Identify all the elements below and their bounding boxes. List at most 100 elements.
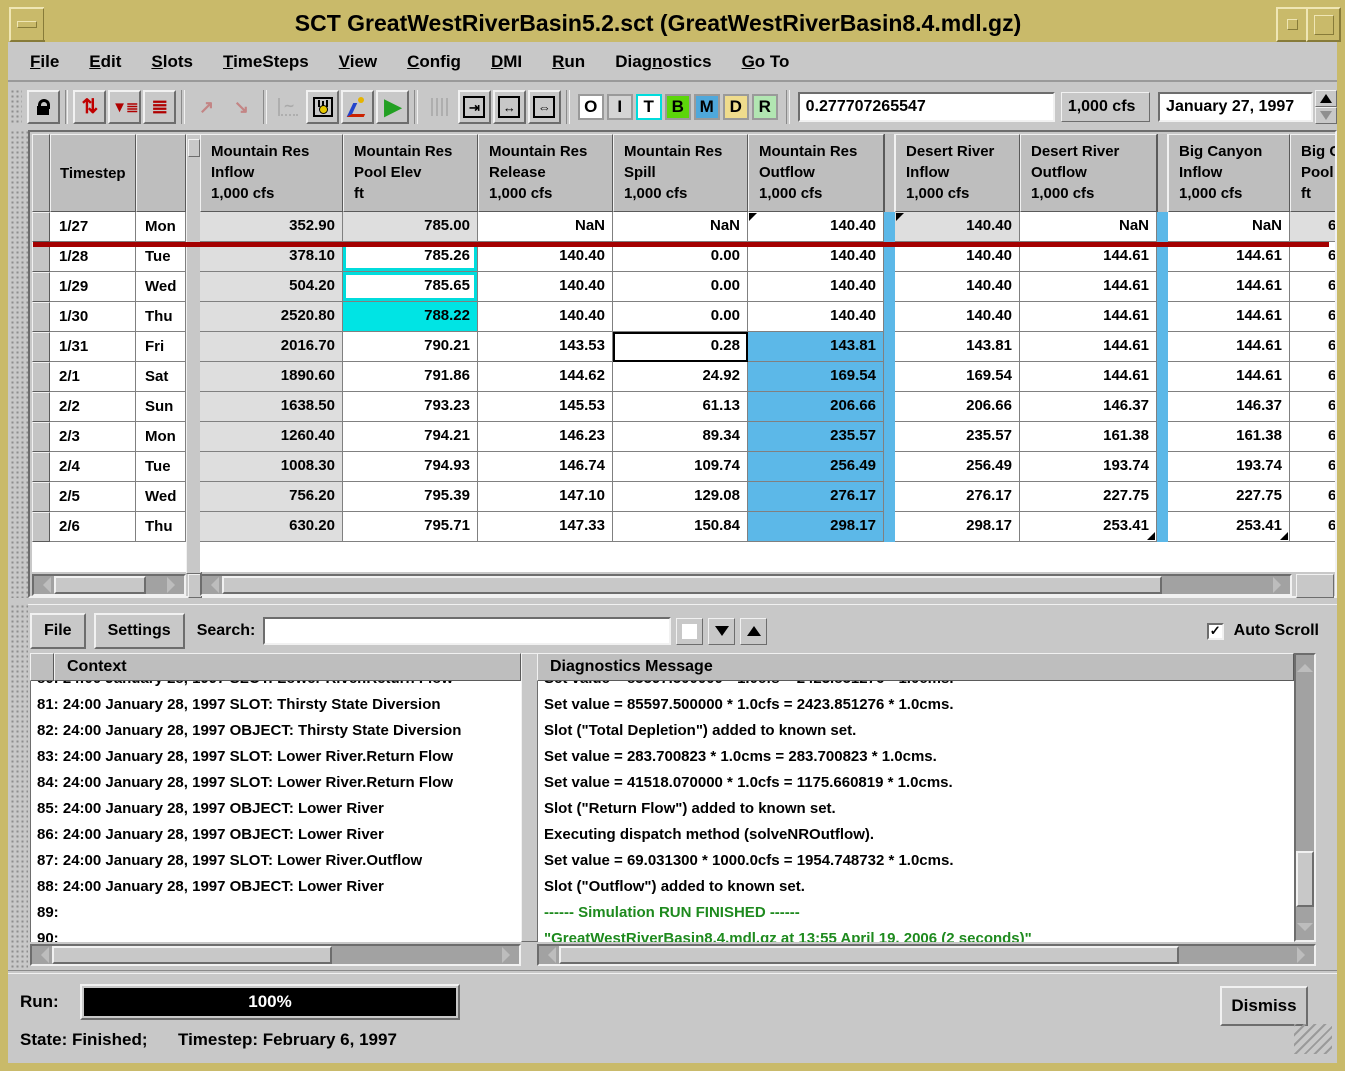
slot-cell[interactable]: 785.65 (343, 272, 478, 302)
message-hscrollbar[interactable] (537, 944, 1316, 966)
slot-cell[interactable]: 1008.30 (200, 452, 343, 482)
diag-settings-button[interactable]: Settings (94, 613, 185, 649)
slot-cell[interactable]: 6 (1290, 422, 1335, 452)
column-header-desert-river-inflow[interactable]: Desert RiverInflow1,000 cfs (895, 134, 1020, 212)
timestep-date-cell[interactable]: 2/4 (50, 452, 136, 482)
slot-cell[interactable]: 140.40 (478, 302, 613, 332)
timestep-date-cell[interactable]: 2/5 (50, 482, 136, 512)
scroll-left-icon[interactable] (35, 577, 51, 593)
slot-cell[interactable]: 6 (1290, 392, 1335, 422)
lock-button[interactable] (27, 90, 60, 124)
scroll-left-icon[interactable] (203, 577, 219, 593)
slot-cell[interactable]: 6 (1290, 452, 1335, 482)
date-up-button[interactable] (1315, 90, 1337, 107)
data-hscrollbar[interactable] (200, 574, 1292, 596)
timestep-date-cell[interactable]: 1/29 (50, 272, 136, 302)
flag-button-r[interactable]: R (752, 94, 778, 120)
column-header-big-canyon-pool-elev[interactable]: Big CanyonPool Elevft (1290, 134, 1335, 212)
slot-cell[interactable]: 161.38 (1168, 422, 1290, 452)
message-line[interactable]: Slot ("Outflow") added to known set. (538, 874, 1294, 900)
sync-scroll-button[interactable]: ⇅ (73, 90, 106, 124)
timestep-day-cell[interactable]: Thu (136, 512, 186, 542)
slot-cell[interactable]: 144.62 (478, 362, 613, 392)
slot-cell[interactable]: 147.33 (478, 512, 613, 542)
slot-cell[interactable]: NaN (1168, 212, 1290, 242)
slot-cell[interactable]: 144.61 (1168, 272, 1290, 302)
menu-item-file[interactable]: File (30, 52, 59, 72)
slot-cell[interactable]: 140.40 (895, 302, 1020, 332)
date-field[interactable]: January 27, 1997 (1158, 92, 1313, 122)
slot-cell[interactable]: 146.37 (1020, 392, 1157, 422)
slot-cell[interactable]: 298.17 (748, 512, 884, 542)
timestep-day-cell[interactable]: Sat (136, 362, 186, 392)
slot-cell[interactable]: 146.23 (478, 422, 613, 452)
scrollbar-thumb[interactable] (222, 576, 1162, 594)
flag-button-m[interactable]: M (694, 94, 720, 120)
slot-cell[interactable]: 144.61 (1020, 302, 1157, 332)
slot-cell[interactable]: 788.22 (343, 302, 478, 332)
timestep-hscrollbar[interactable] (32, 574, 186, 596)
slot-cell[interactable]: 253.41 (1168, 512, 1290, 542)
message-line[interactable]: "GreatWestRiverBasin8.4.mdl.gz at 13:55 … (538, 926, 1294, 942)
message-list[interactable]: Set value = 85597.500000 * 1.0cfs = 2423… (537, 681, 1294, 942)
message-line[interactable]: Slot ("Return Flow") added to known set. (538, 796, 1294, 822)
search-prev-button[interactable] (740, 618, 767, 645)
slot-cell[interactable]: 146.74 (478, 452, 613, 482)
timestep-day-cell[interactable]: Thu (136, 302, 186, 332)
timestep-date-cell[interactable]: 2/1 (50, 362, 136, 392)
slot-cell[interactable]: 227.75 (1168, 482, 1290, 512)
message-line[interactable]: Executing dispatch method (solveNROutflo… (538, 822, 1294, 848)
slot-cell[interactable]: 129.08 (613, 482, 748, 512)
slot-cell[interactable]: NaN (1020, 212, 1157, 242)
scroll-right-icon[interactable] (167, 577, 183, 593)
search-clear-button[interactable] (676, 618, 703, 645)
window-resize-grip[interactable] (1294, 1024, 1332, 1054)
slot-cell[interactable]: 630.20 (200, 512, 343, 542)
column-header-mountain-res-pool-elev[interactable]: Mountain ResPool Elevft (343, 134, 478, 212)
row-handle[interactable] (32, 272, 50, 302)
slot-cell[interactable]: 785.00 (343, 212, 478, 242)
timestep-day-cell[interactable]: Mon (136, 422, 186, 452)
slot-cell[interactable]: 144.61 (1020, 272, 1157, 302)
column-header-mountain-res-spill[interactable]: Mountain ResSpill1,000 cfs (613, 134, 748, 212)
slot-cell[interactable]: 89.34 (613, 422, 748, 452)
slot-cell[interactable]: 2520.80 (200, 302, 343, 332)
menu-item-diagnostics[interactable]: Diagnostics (615, 52, 711, 72)
slot-cell[interactable]: 6 (1290, 512, 1335, 542)
row-handle[interactable] (32, 362, 50, 392)
slot-cell[interactable]: 150.84 (613, 512, 748, 542)
search-input[interactable] (263, 617, 671, 645)
context-line[interactable]: 89: (31, 900, 521, 926)
timestep-date-cell[interactable]: 2/2 (50, 392, 136, 422)
title-bar[interactable]: SCT GreatWestRiverBasin5.2.sct (GreatWes… (44, 6, 1272, 40)
slot-cell[interactable]: 795.39 (343, 482, 478, 512)
slot-cell[interactable]: 143.81 (895, 332, 1020, 362)
scroll-right-icon[interactable] (1297, 947, 1313, 963)
scrollbar-thumb[interactable] (52, 946, 332, 964)
timestep-day-cell[interactable]: Sun (136, 392, 186, 422)
context-line[interactable]: 82: 24:00 January 28, 1997 OBJECT: Thirs… (31, 718, 521, 744)
slot-cell[interactable]: 790.21 (343, 332, 478, 362)
panel-divider-grip[interactable] (188, 139, 200, 157)
slot-cell[interactable]: 193.74 (1020, 452, 1157, 482)
context-line[interactable]: 90: (31, 926, 521, 942)
row-handle[interactable] (32, 392, 50, 422)
message-line[interactable]: Slot ("Total Depletion") added to known … (538, 718, 1294, 744)
flag-button-i[interactable]: I (607, 94, 633, 120)
column-header-mountain-res-release[interactable]: Mountain ResRelease1,000 cfs (478, 134, 613, 212)
message-line[interactable]: Set value = 85597.500000 * 1.0cfs = 2423… (538, 692, 1294, 718)
message-line[interactable]: Set value = 69.031300 * 1000.0cfs = 1954… (538, 848, 1294, 874)
menu-item-view[interactable]: View (339, 52, 377, 72)
column-lines-button[interactable] (423, 90, 456, 124)
shrink-column-button[interactable]: ↔ (493, 90, 526, 124)
scroll-left-icon[interactable] (540, 947, 556, 963)
flag-button-b[interactable]: B (665, 94, 691, 120)
scroll-right-icon[interactable] (1273, 577, 1289, 593)
date-down-button[interactable] (1315, 107, 1337, 124)
toolbar-grip[interactable] (10, 89, 22, 125)
context-line[interactable]: 80: 24:00 January 28, 1997 SLOT: Lower R… (31, 681, 521, 692)
timestep-date-cell[interactable]: 1/31 (50, 332, 136, 362)
search-next-button[interactable] (708, 618, 735, 645)
row-handle[interactable] (32, 332, 50, 362)
slot-cell[interactable]: 756.20 (200, 482, 343, 512)
